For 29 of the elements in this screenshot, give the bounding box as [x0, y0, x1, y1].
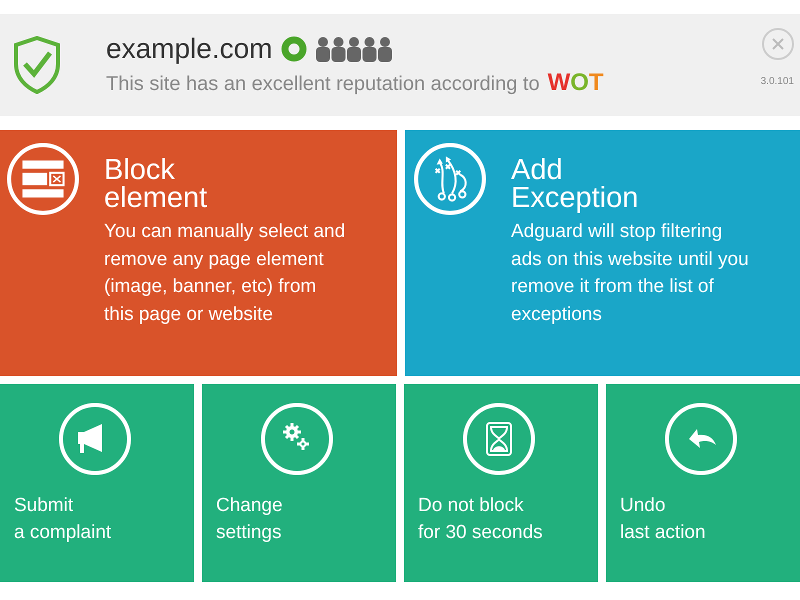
people-icon — [314, 36, 393, 62]
action-tile[interactable]: Add Exception Adguard will stop filtering ads on this website until you remove it from the list of exceptions — [405, 130, 800, 376]
version-label: 3.0.101 — [760, 75, 794, 89]
close-button[interactable] — [762, 28, 794, 60]
tile-label: Submit a complaint — [14, 494, 112, 545]
settings-icon — [260, 402, 334, 476]
action-tile[interactable]: Undo last action — [606, 384, 800, 582]
tile-label: Undo last action — [620, 494, 706, 545]
action-tile[interactable]: Change settings — [202, 384, 396, 582]
ring-icon — [280, 36, 307, 62]
layout-block-icon — [6, 142, 80, 216]
reputation-text: This site has an excellent reputation according to — [106, 72, 540, 96]
tile-description: You can manually select and remove any page element (image, banner, etc) from this page or website — [104, 220, 346, 326]
hourglass-icon — [462, 402, 536, 476]
site-domain: example.com — [106, 32, 273, 66]
undo-icon — [664, 402, 738, 476]
tile-description: Adguard will stop filtering ads on this website until you remove it from the list of exceptions — [511, 220, 750, 326]
play-diagram-icon — [413, 142, 487, 216]
action-tile[interactable]: Submit a complaint — [0, 384, 194, 582]
close-icon — [771, 37, 785, 51]
action-tile[interactable]: Do not block for 30 seconds — [404, 384, 598, 582]
tile-label: Change settings — [216, 494, 283, 545]
megaphone-icon — [58, 402, 132, 476]
wot-logo: WOT — [548, 70, 604, 96]
tile-title: Block element — [104, 156, 208, 212]
tile-title: Add Exception — [511, 156, 640, 212]
action-tile[interactable]: Block element You can manually select and remove any page element (image, banner, etc) from this page or website — [0, 130, 397, 376]
tile-label: Do not block for 30 seconds — [418, 494, 543, 545]
shield-check-icon — [14, 36, 60, 94]
